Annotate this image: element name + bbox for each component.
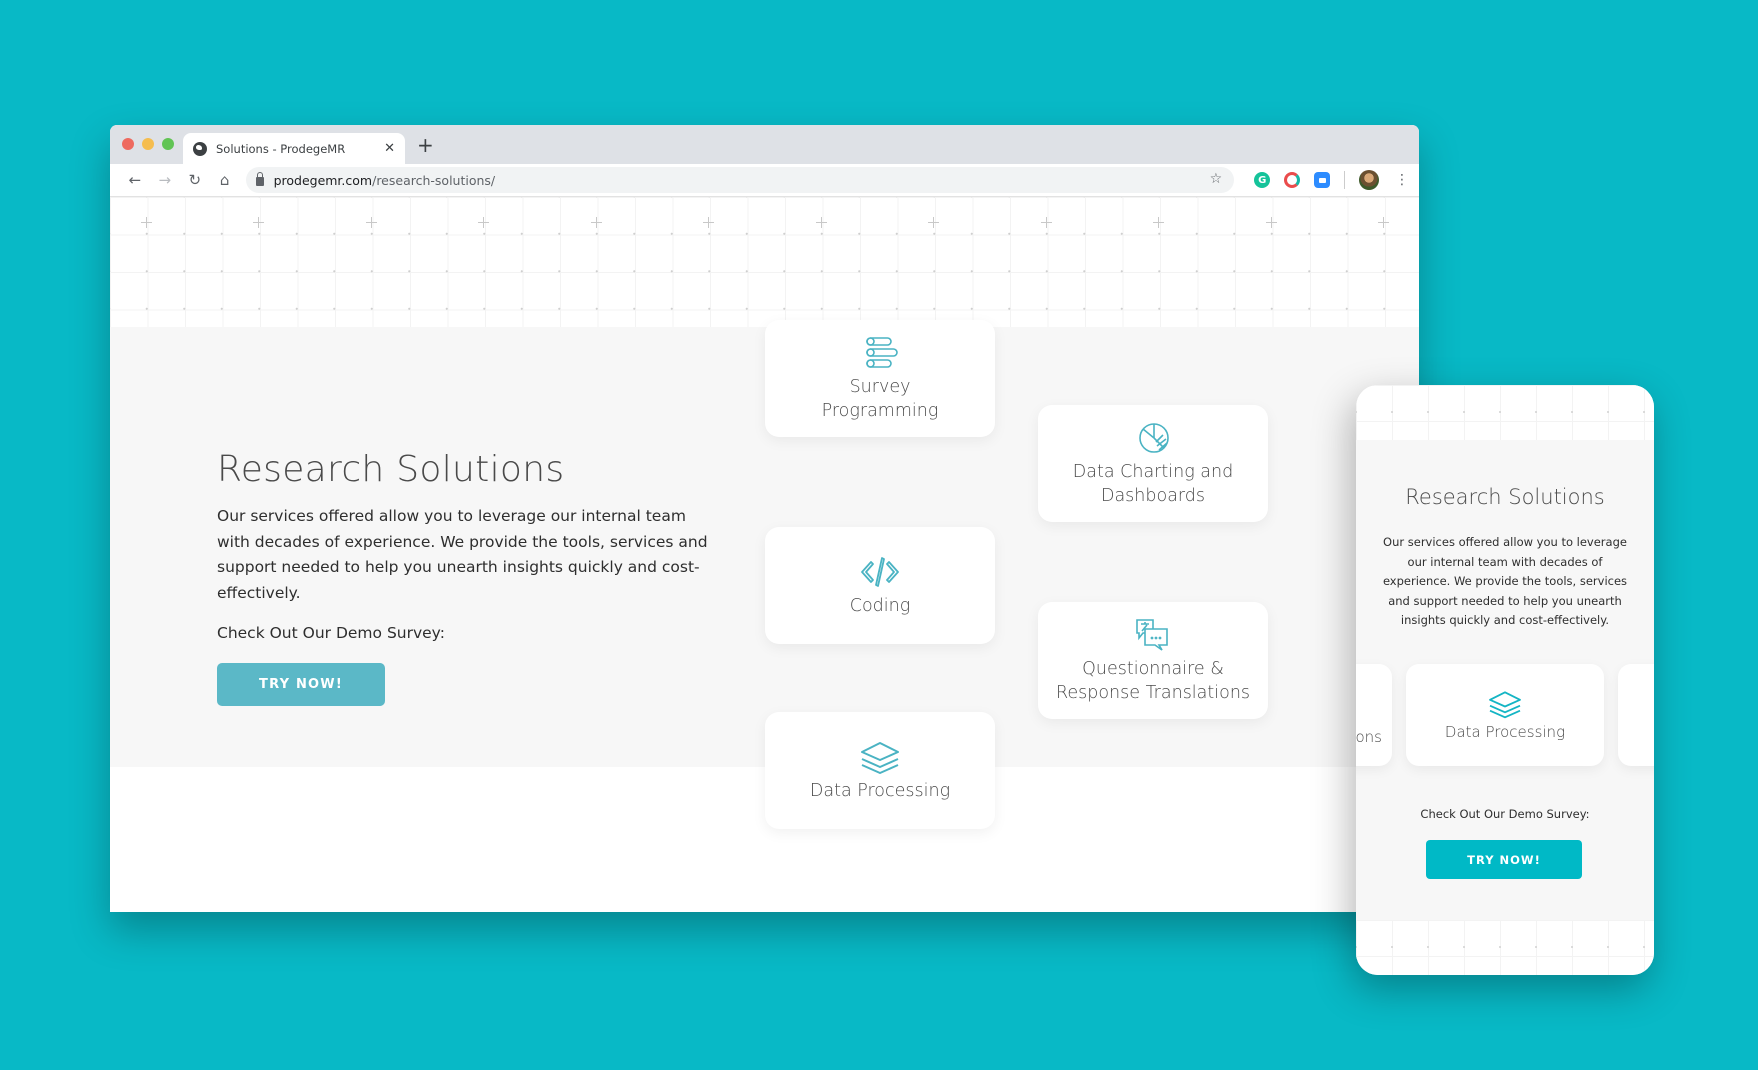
window-controls bbox=[122, 138, 174, 150]
service-card-label: Data Charting and Dashboards bbox=[1072, 461, 1234, 506]
back-button[interactable]: ← bbox=[120, 171, 150, 189]
service-card-data-processing[interactable]: Data Processing bbox=[765, 712, 995, 829]
browser-window: Solutions - ProdegeMR ✕ + ← → ↻ ⌂ prodeg… bbox=[110, 125, 1419, 912]
layers-icon bbox=[861, 741, 899, 774]
service-card-label: ons bbox=[1356, 728, 1382, 746]
mobile-page-title: Research Solutions bbox=[1405, 485, 1605, 509]
page-description: Our services offered allow you to levera… bbox=[217, 507, 708, 602]
carousel-card-next[interactable] bbox=[1618, 664, 1654, 766]
browser-toolbar: ← → ↻ ⌂ prodegemr.com/research-solutions… bbox=[110, 164, 1419, 197]
service-card-label: Data Processing bbox=[809, 780, 951, 801]
service-card-label: Data Processing bbox=[1444, 723, 1566, 741]
grid-cross-mark bbox=[1153, 217, 1164, 228]
carousel-card-previous[interactable]: ons bbox=[1356, 664, 1392, 766]
grid-cross-mark bbox=[928, 217, 939, 228]
service-card-data-charting[interactable]: Data Charting and Dashboards bbox=[1038, 405, 1268, 522]
url-path: /research-solutions/ bbox=[372, 172, 496, 188]
service-card-label: Survey Programming bbox=[821, 376, 939, 421]
layers-icon bbox=[1489, 691, 1521, 719]
try-now-button[interactable]: TRY NOW! bbox=[217, 663, 385, 706]
globe-icon bbox=[193, 141, 207, 156]
page-title: Research Solutions bbox=[217, 449, 565, 490]
hero-content: Research Solutions Our services offered … bbox=[217, 449, 712, 706]
reload-button[interactable]: ↻ bbox=[180, 171, 210, 189]
bookmark-star-icon[interactable]: ☆ bbox=[1210, 171, 1223, 187]
grammarly-icon[interactable]: G bbox=[1254, 172, 1271, 188]
extension-c-icon[interactable] bbox=[1284, 172, 1301, 188]
page-viewport: Research Solutions Our services offered … bbox=[110, 197, 1419, 912]
survey-list-icon bbox=[866, 336, 898, 368]
browser-menu-icon[interactable]: ⋮ bbox=[1395, 173, 1409, 187]
service-card-coding[interactable]: Coding bbox=[765, 527, 995, 644]
profile-avatar[interactable] bbox=[1359, 170, 1379, 190]
lock-icon[interactable] bbox=[255, 171, 264, 186]
minimize-window-button[interactable] bbox=[142, 138, 154, 150]
toolbar-divider bbox=[1344, 171, 1346, 189]
grid-pattern-band bbox=[1356, 385, 1654, 440]
grid-cross-mark bbox=[1041, 217, 1052, 228]
grid-pattern-band bbox=[1356, 920, 1654, 975]
maximize-window-button[interactable] bbox=[162, 138, 174, 150]
mobile-page-description: Our services offered allow you to levera… bbox=[1382, 535, 1628, 627]
service-card-survey-programming[interactable]: Survey Programming bbox=[765, 320, 995, 437]
close-tab-icon[interactable]: ✕ bbox=[384, 141, 395, 156]
tab-solutions[interactable]: Solutions - ProdegeMR ✕ bbox=[183, 133, 405, 164]
zoom-icon[interactable] bbox=[1314, 172, 1331, 188]
translate-chat-icon bbox=[1136, 618, 1168, 651]
close-window-button[interactable] bbox=[122, 138, 134, 150]
tab-title: Solutions - ProdegeMR bbox=[216, 141, 346, 156]
url-host: prodegemr.com bbox=[273, 172, 373, 188]
demo-survey-label: Check Out Our Demo Survey: bbox=[217, 624, 445, 642]
mobile-demo-survey-label: Check Out Our Demo Survey: bbox=[1420, 807, 1590, 821]
service-card-translations[interactable]: Questionnaire & Response Translations bbox=[1038, 602, 1268, 719]
grid-cross-mark bbox=[816, 217, 827, 228]
grid-cross-mark bbox=[253, 217, 264, 228]
grid-cross-mark bbox=[366, 217, 377, 228]
grid-cross-mark bbox=[1378, 217, 1389, 228]
service-card-label: Questionnaire & Response Translations bbox=[1055, 658, 1251, 703]
address-bar[interactable]: prodegemr.com/research-solutions/ ☆ bbox=[245, 167, 1235, 193]
grid-cross-mark bbox=[141, 217, 152, 228]
mobile-try-now-button[interactable]: TRY NOW! bbox=[1426, 840, 1582, 879]
mobile-preview: Research Solutions Our services offered … bbox=[1356, 385, 1654, 975]
service-card-label: Coding bbox=[849, 595, 911, 616]
grid-cross-mark bbox=[703, 217, 714, 228]
home-button[interactable]: ⌂ bbox=[210, 171, 240, 189]
new-tab-button[interactable]: + bbox=[417, 133, 434, 157]
code-icon bbox=[861, 556, 899, 587]
grid-cross-mark bbox=[591, 217, 602, 228]
tab-strip: Solutions - ProdegeMR ✕ + bbox=[110, 125, 1419, 164]
grid-cross-mark bbox=[478, 217, 489, 228]
grid-cross-mark bbox=[1266, 217, 1277, 228]
grid-pattern-band bbox=[110, 197, 1419, 327]
pie-chart-icon bbox=[1139, 422, 1169, 453]
forward-button[interactable]: → bbox=[150, 171, 180, 189]
carousel-card-data-processing[interactable]: Data Processing bbox=[1406, 664, 1604, 766]
